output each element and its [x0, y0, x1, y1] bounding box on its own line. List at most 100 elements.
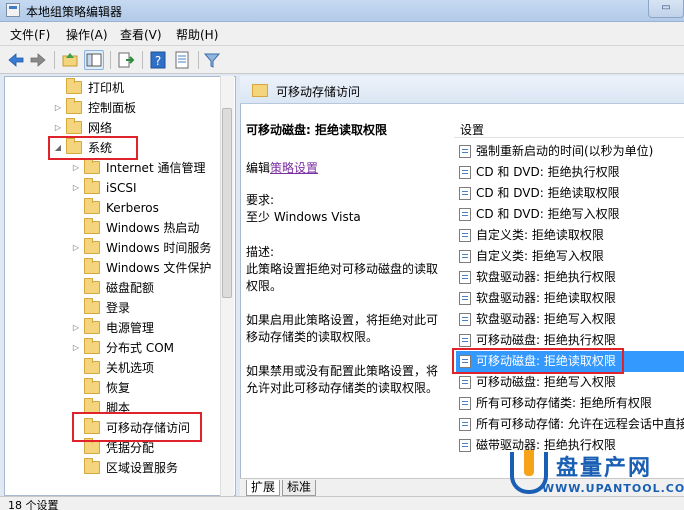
- tree-item-label: 网络: [88, 121, 113, 135]
- properties-icon[interactable]: [172, 50, 192, 70]
- setting-row[interactable]: 强制重新启动的时间(以秒为单位): [456, 141, 684, 162]
- folder-icon: [66, 118, 82, 134]
- folder-icon: [84, 438, 100, 454]
- menu-help[interactable]: 帮助(H): [176, 26, 218, 43]
- filter-icon[interactable]: [202, 50, 222, 70]
- expand-arrow-icon[interactable]: ▷: [70, 318, 82, 338]
- tab-extended[interactable]: 扩展: [246, 480, 281, 496]
- setting-row[interactable]: CD 和 DVD: 拒绝执行权限: [456, 162, 684, 183]
- title-bar: 本地组策略编辑器 ▭: [0, 0, 684, 22]
- tab-standard[interactable]: 标准: [282, 480, 317, 496]
- status-bar: 18 个设置: [0, 496, 684, 510]
- watermark-url: WWW.UPANTOOL.COM: [542, 482, 684, 495]
- setting-row[interactable]: 软盘驱动器: 拒绝读取权限: [456, 288, 684, 309]
- tree-item-label: 分布式 COM: [106, 341, 174, 355]
- description-text: 此策略设置拒绝对可移动磁盘的读取权限。: [246, 262, 439, 293]
- expand-arrow-icon[interactable]: ▷: [70, 178, 82, 198]
- status-text: 18 个设置: [8, 499, 59, 510]
- tree-item-label: 区域设置服务: [106, 461, 179, 475]
- policy-heading: 可移动磁盘: 拒绝读取权限: [246, 123, 387, 137]
- setting-label: 自定义类: 拒绝读取权限: [476, 228, 604, 242]
- tree-item-label: 登录: [106, 301, 131, 315]
- expand-arrow-icon[interactable]: ▷: [70, 338, 82, 358]
- setting-row[interactable]: 所有可移动存储类: 拒绝所有权限: [456, 393, 684, 414]
- settings-header-label: 设置: [460, 123, 485, 137]
- tree-item-label: 磁盘配额: [106, 281, 155, 295]
- policy-setting-icon: [459, 418, 471, 431]
- highlight-box-selected-setting: [452, 348, 624, 374]
- expand-arrow-icon[interactable]: ▷: [52, 118, 64, 138]
- tree-item-label: Windows 时间服务: [106, 241, 212, 255]
- highlight-box-removable-storage: [72, 412, 202, 442]
- edit-policy-link[interactable]: 策略设置: [270, 161, 318, 175]
- description-label: 描述:: [246, 245, 275, 259]
- forward-arrow-icon[interactable]: [28, 50, 48, 70]
- help-icon[interactable]: ?: [148, 50, 168, 70]
- show-hide-tree-icon[interactable]: [84, 50, 104, 70]
- setting-label: CD 和 DVD: 拒绝读取权限: [476, 186, 620, 200]
- requirement-value: 至少 Windows Vista: [246, 210, 361, 224]
- folder-icon: [84, 378, 100, 394]
- expand-arrow-icon[interactable]: ▷: [70, 238, 82, 258]
- setting-label: 软盘驱动器: 拒绝写入权限: [476, 312, 616, 326]
- tree-item-label: 关机选项: [106, 361, 155, 375]
- policy-setting-icon: [459, 208, 471, 221]
- export-list-icon[interactable]: [116, 50, 136, 70]
- up-folder-icon[interactable]: [60, 50, 80, 70]
- policy-setting-icon: [459, 397, 471, 410]
- tree-item-label: Windows 热启动: [106, 221, 200, 235]
- menu-file[interactable]: 文件(F): [10, 26, 50, 43]
- setting-row[interactable]: 自定义类: 拒绝写入权限: [456, 246, 684, 267]
- folder-icon: [84, 318, 100, 334]
- menu-action[interactable]: 操作(A): [66, 26, 108, 43]
- back-arrow-icon[interactable]: [6, 50, 26, 70]
- setting-row[interactable]: CD 和 DVD: 拒绝写入权限: [456, 204, 684, 225]
- tree-item-label: Kerberos: [106, 201, 159, 215]
- edit-policy-line: 编辑策略设置: [246, 160, 446, 177]
- folder-icon: [84, 458, 100, 474]
- menu-view[interactable]: 查看(V): [120, 26, 162, 43]
- toolbar-separator: [198, 51, 199, 69]
- svg-text:?: ?: [155, 54, 161, 68]
- folder-icon: [84, 258, 100, 274]
- policy-setting-icon: [459, 229, 471, 242]
- tree-item-label: 电源管理: [106, 321, 155, 335]
- setting-label: 所有可移动存储: 允许在远程会话中直接: [476, 417, 684, 431]
- policy-setting-icon: [459, 145, 471, 158]
- setting-row[interactable]: 软盘驱动器: 拒绝写入权限: [456, 309, 684, 330]
- expand-arrow-icon[interactable]: ▷: [70, 158, 82, 178]
- policy-setting-icon: [459, 313, 471, 326]
- folder-icon: [66, 98, 82, 114]
- setting-label: CD 和 DVD: 拒绝写入权限: [476, 207, 620, 221]
- toolbar: ?: [0, 46, 684, 74]
- tree-item-label: Internet 通信管理: [106, 161, 206, 175]
- setting-label: CD 和 DVD: 拒绝执行权限: [476, 165, 620, 179]
- setting-label: 强制重新启动的时间(以秒为单位): [476, 144, 654, 158]
- toolbar-separator: [142, 51, 143, 69]
- tree-item-label: Windows 文件保护: [106, 261, 212, 275]
- setting-row[interactable]: 软盘驱动器: 拒绝执行权限: [456, 267, 684, 288]
- expand-arrow-icon[interactable]: ▷: [52, 98, 64, 118]
- setting-row[interactable]: 可移动磁盘: 拒绝写入权限: [456, 372, 684, 393]
- folder-icon: [252, 84, 268, 97]
- tree-scrollbar-thumb[interactable]: [222, 108, 232, 298]
- window-control-button[interactable]: ▭: [648, 0, 684, 18]
- path-title: 可移动存储访问: [276, 85, 361, 99]
- setting-row[interactable]: 自定义类: 拒绝读取权限: [456, 225, 684, 246]
- setting-label: 软盘驱动器: 拒绝执行权限: [476, 270, 616, 284]
- setting-row[interactable]: 所有可移动存储: 允许在远程会话中直接: [456, 414, 684, 435]
- policy-setting-icon: [459, 439, 471, 452]
- setting-row[interactable]: CD 和 DVD: 拒绝读取权限: [456, 183, 684, 204]
- tree-item-label: 打印机: [88, 81, 125, 95]
- folder-icon: [84, 358, 100, 374]
- setting-label: 软盘驱动器: 拒绝读取权限: [476, 291, 616, 305]
- disabled-description: 如果禁用或没有配置此策略设置，将允许对此可移动存储类的读取权限。: [246, 364, 439, 395]
- menu-bar: 文件(F) 操作(A) 查看(V) 帮助(H): [0, 22, 684, 46]
- tree-item-label: 控制面板: [88, 101, 137, 115]
- toolbar-separator: [110, 51, 111, 69]
- toolbar-separator: [54, 51, 55, 69]
- policy-setting-icon: [459, 250, 471, 263]
- settings-column-header[interactable]: 设置: [454, 118, 684, 138]
- policy-setting-icon: [459, 334, 471, 347]
- policy-setting-icon: [459, 271, 471, 284]
